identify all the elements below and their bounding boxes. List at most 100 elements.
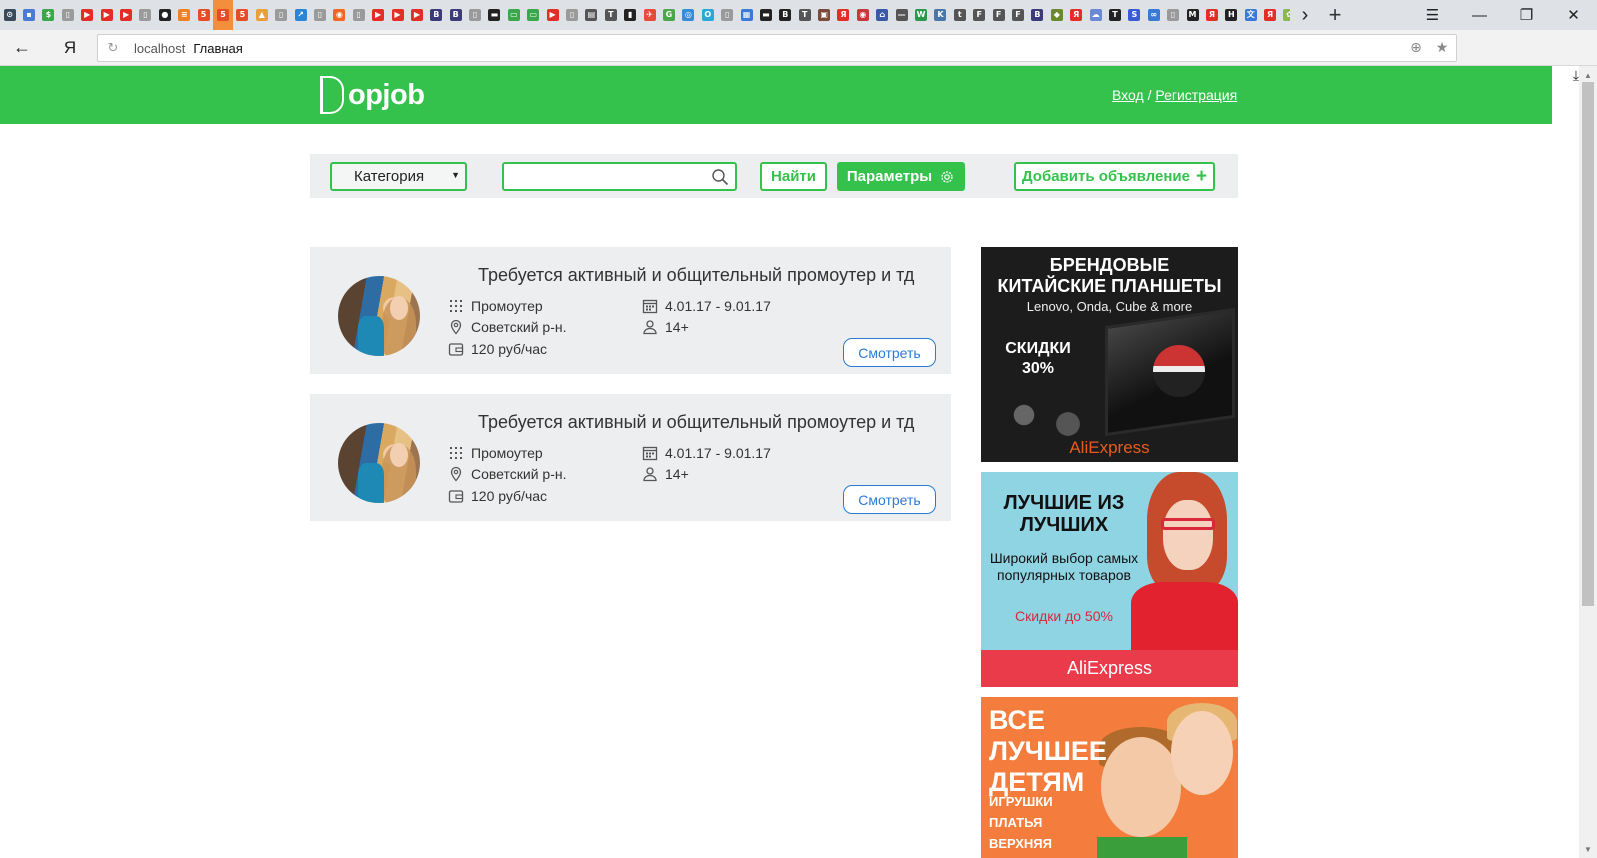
find-button[interactable]: Найти xyxy=(760,162,827,191)
browser-tab[interactable]: ▯ xyxy=(1163,0,1182,30)
browser-tab[interactable]: Я xyxy=(1260,0,1279,30)
browser-tab[interactable]: ● xyxy=(155,0,174,30)
browser-tab[interactable]: ◉ xyxy=(853,0,872,30)
browser-tab[interactable]: ▣ xyxy=(814,0,833,30)
browser-tab[interactable]: T xyxy=(1105,0,1124,30)
browser-tab[interactable]: ▯ xyxy=(310,0,329,30)
browser-tab[interactable]: ▯ xyxy=(349,0,368,30)
browser-tab[interactable]: ✿ xyxy=(1280,0,1290,30)
browser-tab[interactable]: ↗ xyxy=(291,0,310,30)
browser-tab[interactable]: T xyxy=(601,0,620,30)
browser-tab[interactable]: 文 xyxy=(1241,0,1260,30)
back-button[interactable]: ← xyxy=(0,30,44,66)
browser-tab[interactable]: B xyxy=(776,0,795,30)
browser-tab[interactable]: 5 xyxy=(213,0,233,30)
browser-tab[interactable]: S xyxy=(1125,0,1144,30)
browser-tab[interactable]: ▬ xyxy=(756,0,775,30)
browser-tab[interactable]: O xyxy=(698,0,717,30)
browser-tab[interactable]: ▯ xyxy=(271,0,290,30)
browser-tab[interactable]: ▯ xyxy=(136,0,155,30)
search-text-field[interactable] xyxy=(510,164,710,188)
browser-tab[interactable]: K xyxy=(931,0,950,30)
browser-tab[interactable]: H xyxy=(1222,0,1241,30)
browser-tab[interactable]: ⌂ xyxy=(873,0,892,30)
browser-tab[interactable]: F xyxy=(989,0,1008,30)
browser-tab[interactable]: ◉ xyxy=(330,0,349,30)
browser-tab[interactable]: ▬ xyxy=(485,0,504,30)
site-logo[interactable]: opjob xyxy=(320,76,425,114)
browser-tab[interactable]: B xyxy=(1028,0,1047,30)
tab-scroll-right-icon[interactable]: › xyxy=(1290,0,1320,30)
browser-tab[interactable]: ▶ xyxy=(543,0,562,30)
protect-icon[interactable]: ⊕ xyxy=(1408,39,1424,55)
browser-tab[interactable]: ▶ xyxy=(78,0,97,30)
browser-menu-icon[interactable]: ☰ xyxy=(1409,0,1456,30)
browser-tab[interactable]: W xyxy=(911,0,930,30)
browser-tab[interactable]: Я xyxy=(1202,0,1221,30)
browser-tab[interactable]: G xyxy=(659,0,678,30)
browser-tab[interactable]: B xyxy=(446,0,465,30)
browser-tab[interactable]: ▯ xyxy=(717,0,736,30)
browser-tab[interactable]: ▶ xyxy=(116,0,135,30)
browser-tab[interactable]: ▶ xyxy=(388,0,407,30)
browser-tab[interactable]: Я xyxy=(1066,0,1085,30)
view-listing-button[interactable]: Смотреть xyxy=(843,485,936,514)
browser-tab[interactable]: ▤ xyxy=(582,0,601,30)
browser-tab[interactable]: ▶ xyxy=(97,0,116,30)
browser-tab[interactable]: t xyxy=(950,0,969,30)
login-link[interactable]: Вход xyxy=(1112,87,1144,103)
browser-tab[interactable]: ▯ xyxy=(465,0,484,30)
listing-title[interactable]: Требуется активный и общительный промоут… xyxy=(478,412,914,433)
browser-tab[interactable]: ▶ xyxy=(368,0,387,30)
new-tab-button[interactable]: + xyxy=(1320,0,1350,30)
ad-banner-kids[interactable]: ВСЕ ЛУЧШЕЕ ДЕТЯМ ИГРУШКИ ПЛАТЬЯ ВЕРХНЯЯ xyxy=(981,697,1238,858)
ad-banner-best[interactable]: ЛУЧШИЕ ИЗ ЛУЧШИХ Широкий выбор самых поп… xyxy=(981,472,1238,687)
browser-tab[interactable]: F xyxy=(1008,0,1027,30)
register-link[interactable]: Регистрация xyxy=(1155,87,1237,103)
browser-tab[interactable]: ▭ xyxy=(524,0,543,30)
browser-tab[interactable]: M xyxy=(1183,0,1202,30)
browser-tab[interactable]: 5 xyxy=(194,0,213,30)
bookmark-star-icon[interactable]: ★ xyxy=(1434,39,1450,55)
scroll-up-arrow-icon[interactable]: ▲ xyxy=(1579,68,1597,82)
scrollbar-thumb[interactable] xyxy=(1582,82,1594,606)
browser-tab[interactable]: F xyxy=(970,0,989,30)
browser-tab[interactable]: ✈ xyxy=(640,0,659,30)
scroll-down-arrow-icon[interactable]: ▼ xyxy=(1579,842,1597,856)
browser-tab[interactable]: ▭ xyxy=(504,0,523,30)
yandex-logo-icon[interactable]: Я xyxy=(44,30,96,66)
url-field[interactable]: ↻ localhost Главная ⊕ ★ xyxy=(97,34,1457,62)
browser-tab[interactable]: Я xyxy=(834,0,853,30)
restore-button[interactable]: ❐ xyxy=(1503,0,1550,30)
close-window-button[interactable]: ✕ xyxy=(1550,0,1597,30)
browser-tab[interactable]: ▪ xyxy=(19,0,38,30)
reload-icon[interactable]: ↻ xyxy=(98,40,128,56)
browser-tab[interactable]: ⊙ xyxy=(0,0,19,30)
listing-avatar[interactable] xyxy=(338,276,420,356)
parameters-button[interactable]: Параметры xyxy=(837,162,965,191)
browser-tab[interactable]: ▲ xyxy=(252,0,271,30)
add-listing-button[interactable]: Добавить объявление + xyxy=(1014,162,1215,191)
browser-tab[interactable]: ▶ xyxy=(407,0,426,30)
browser-tab[interactable]: ▦ xyxy=(737,0,756,30)
ad-banner-tablets[interactable]: БРЕНДОВЫЕ КИТАЙСКИЕ ПЛАНШЕТЫ Lenovo, Ond… xyxy=(981,247,1238,462)
browser-tab[interactable]: ▮ xyxy=(621,0,640,30)
browser-tab[interactable]: ▯ xyxy=(562,0,581,30)
view-listing-button[interactable]: Смотреть xyxy=(843,338,936,367)
browser-tab[interactable]: 5 xyxy=(233,0,252,30)
browser-tab[interactable]: ≡ xyxy=(175,0,194,30)
browser-tab[interactable]: T xyxy=(795,0,814,30)
listing-title[interactable]: Требуется активный и общительный промоут… xyxy=(478,265,914,286)
browser-tab[interactable]: ∞ xyxy=(1144,0,1163,30)
browser-tab[interactable]: B xyxy=(427,0,446,30)
search-icon[interactable] xyxy=(711,168,729,186)
search-input[interactable] xyxy=(502,162,737,191)
browser-tab[interactable]: ◎ xyxy=(679,0,698,30)
browser-tab[interactable]: — xyxy=(892,0,911,30)
browser-tab[interactable]: ◆ xyxy=(1047,0,1066,30)
page-scrollbar[interactable]: ▲ ▼ xyxy=(1579,66,1597,858)
browser-tab[interactable]: $ xyxy=(39,0,58,30)
browser-tab[interactable]: ☁ xyxy=(1086,0,1105,30)
category-select[interactable]: Категория ▼ xyxy=(330,162,467,191)
listing-avatar[interactable] xyxy=(338,423,420,503)
